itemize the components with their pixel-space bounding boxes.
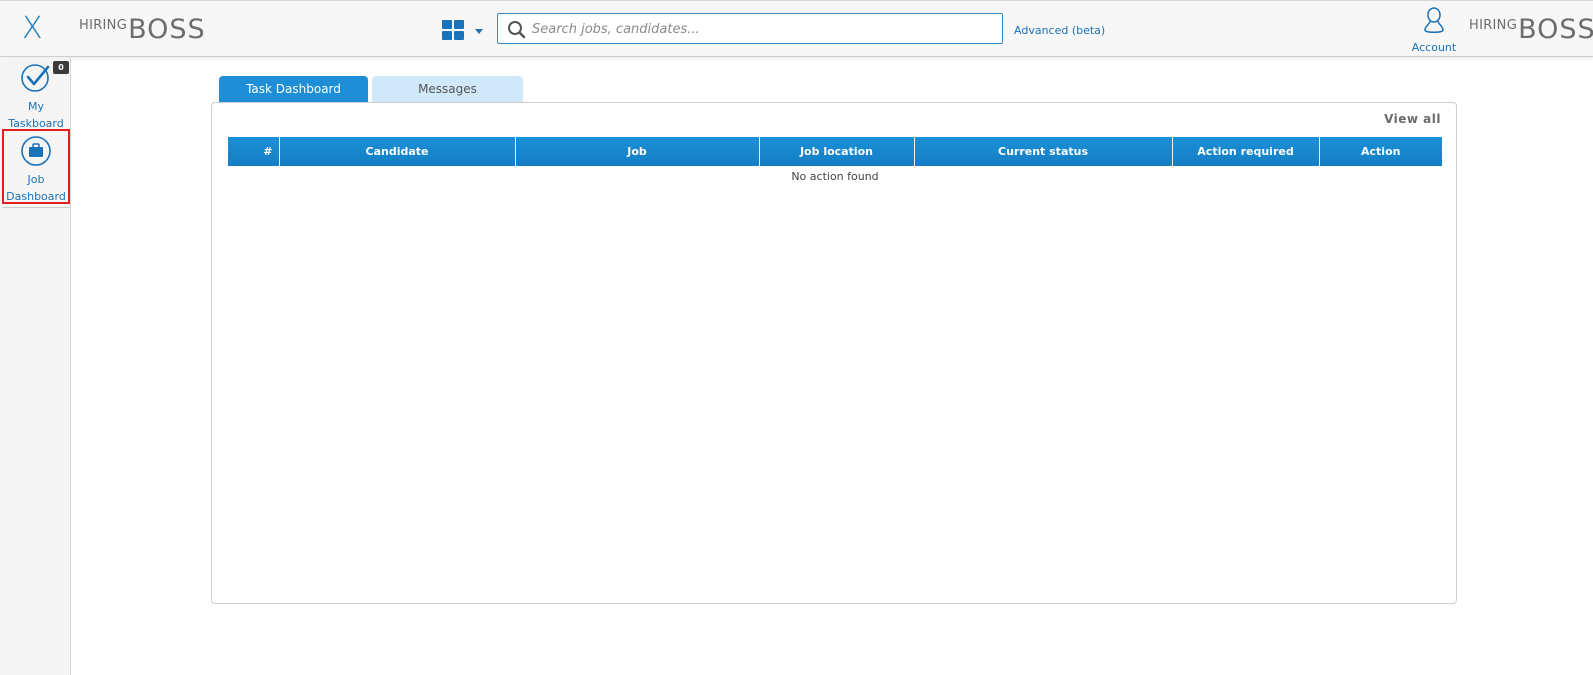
divider: [2, 207, 70, 208]
search-box: [497, 13, 1003, 44]
column-header-candidate[interactable]: Candidate: [278, 137, 515, 166]
view-all-link[interactable]: View all: [1384, 112, 1441, 126]
caret-down-icon: [475, 29, 483, 34]
logo-hiring-text: HIRING: [1469, 18, 1518, 33]
logo-boss-text: BOSS: [128, 14, 206, 45]
briefcase-icon: [21, 136, 51, 166]
tab-messages[interactable]: Messages: [372, 76, 523, 102]
search-icon: [508, 21, 526, 39]
tab-task-dashboard[interactable]: Task Dashboard: [219, 76, 368, 109]
close-button[interactable]: X: [22, 11, 43, 46]
sidebar-item-label: Job: [27, 173, 45, 186]
column-header-job-location[interactable]: Job location: [758, 137, 914, 166]
grid-icon: [442, 20, 452, 29]
task-table: # Candidate Job Job location Current sta…: [228, 137, 1442, 186]
sidebar-item-label: My: [27, 100, 44, 113]
table-row: No action found: [228, 166, 1442, 186]
task-count-badge: 0: [53, 61, 69, 74]
sidebar-item-job-dashboard[interactable]: Job Dashboard: [2, 129, 70, 204]
column-header-number[interactable]: #: [228, 137, 279, 166]
table-header-row: # Candidate Job Job location Current sta…: [228, 137, 1442, 166]
top-bar: X HIRING BOSS Advanced (beta) Account HI…: [0, 0, 1593, 57]
column-header-job[interactable]: Job: [514, 137, 759, 166]
account-button[interactable]: Account: [1409, 7, 1459, 54]
column-header-action-required[interactable]: Action required: [1171, 137, 1319, 166]
empty-message: No action found: [791, 169, 879, 183]
search-input[interactable]: [532, 18, 992, 40]
logo-boss-text: BOSS: [1518, 14, 1593, 45]
user-icon: [1424, 7, 1444, 33]
task-dashboard-panel: View all # Candidate Job Job location Cu…: [211, 102, 1457, 604]
column-header-action[interactable]: Action: [1318, 137, 1442, 166]
hiringboss-logo-right: HIRING BOSS: [1469, 15, 1593, 47]
hiringboss-logo[interactable]: HIRING BOSS: [79, 15, 206, 47]
account-label: Account: [1411, 41, 1457, 54]
sidebar-item-my-taskboard[interactable]: 0 My Taskboard: [2, 60, 70, 130]
apps-grid-button[interactable]: [442, 20, 487, 42]
sidebar: 0 My Taskboard Job Dashboard: [0, 58, 71, 675]
sidebar-item-label: Dashboard: [6, 190, 66, 203]
column-header-current-status[interactable]: Current status: [913, 137, 1172, 166]
logo-hiring-text: HIRING: [79, 18, 128, 33]
advanced-search-link[interactable]: Advanced (beta): [1014, 24, 1105, 37]
check-circle-icon: [21, 64, 50, 92]
